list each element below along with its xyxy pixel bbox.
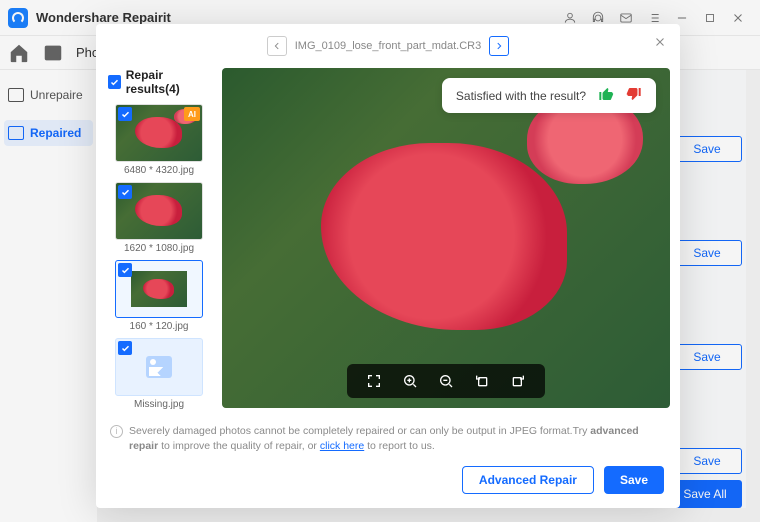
close-modal-button[interactable]	[650, 32, 670, 52]
save-button[interactable]: Save	[604, 466, 664, 494]
check-icon[interactable]	[118, 341, 132, 355]
results-header: Repair results(4)	[106, 68, 212, 96]
advanced-repair-button[interactable]: Advanced Repair	[462, 466, 594, 494]
thumbnail-label: 1620 * 1080.jpg	[106, 243, 212, 254]
check-icon[interactable]	[118, 107, 132, 121]
select-all-checkbox[interactable]	[108, 75, 121, 89]
preview-modal: IMG_0109_lose_front_part_mdat.CR3 Repair…	[96, 24, 680, 508]
thumbnail-item[interactable]: 1620 * 1080.jpg	[106, 182, 212, 254]
rotate-left-button[interactable]	[465, 367, 499, 395]
ai-badge: AI	[184, 107, 200, 121]
report-link[interactable]: click here	[320, 440, 364, 452]
next-file-button[interactable]	[489, 36, 509, 56]
info-text: Severely damaged photos cannot be comple…	[129, 425, 590, 437]
check-icon[interactable]	[118, 185, 132, 199]
check-icon[interactable]	[118, 263, 132, 277]
fullscreen-button[interactable]	[357, 367, 391, 395]
modal-footer: Advanced Repair Save	[96, 460, 680, 508]
info-text: to improve the quality of repair, or	[158, 440, 320, 452]
thumbnail-item[interactable]: 160 * 120.jpg	[106, 260, 212, 332]
current-filename: IMG_0109_lose_front_part_mdat.CR3	[295, 40, 482, 52]
results-title: Repair results(4)	[126, 68, 212, 96]
thumbnail-label: Missing.jpg	[106, 399, 212, 410]
modal-header: IMG_0109_lose_front_part_mdat.CR3	[96, 24, 680, 68]
rating-prompt: Satisfied with the result?	[456, 89, 586, 103]
thumbnail-item[interactable]: AI 6480 * 4320.jpg	[106, 104, 212, 176]
thumbnail-item[interactable]: Missing.jpg	[106, 338, 212, 410]
placeholder-image-icon	[146, 356, 172, 378]
zoom-in-button[interactable]	[393, 367, 427, 395]
preview-image: Satisfied with the result?	[222, 68, 670, 408]
info-text: to report to us.	[364, 440, 435, 452]
thumbnail-label: 6480 * 4320.jpg	[106, 165, 212, 176]
thumbnail-label: 160 * 120.jpg	[106, 321, 212, 332]
thumbnail-column: Repair results(4) AI 6480 * 4320.jpg 162…	[106, 68, 212, 414]
preview-toolbar	[347, 364, 545, 398]
rotate-right-button[interactable]	[501, 367, 535, 395]
info-message: i Severely damaged photos cannot be comp…	[96, 414, 680, 460]
prev-file-button[interactable]	[267, 36, 287, 56]
thumbs-up-button[interactable]	[598, 86, 614, 105]
info-icon: i	[110, 425, 123, 438]
rating-popup: Satisfied with the result?	[442, 78, 656, 113]
thumbs-down-button[interactable]	[626, 86, 642, 105]
zoom-out-button[interactable]	[429, 367, 463, 395]
